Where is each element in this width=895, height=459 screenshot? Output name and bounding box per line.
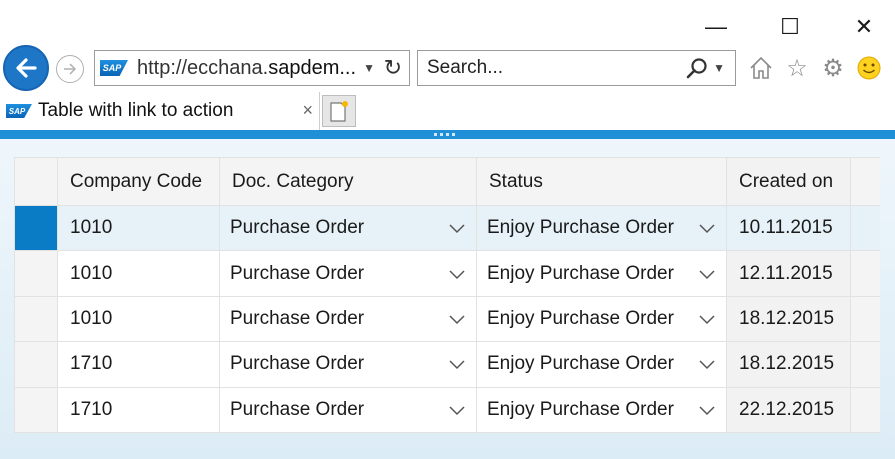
row-selector[interactable] xyxy=(14,204,58,252)
row-selector[interactable] xyxy=(14,386,58,434)
chevron-down-icon[interactable] xyxy=(698,313,716,325)
search-input[interactable]: Search... xyxy=(427,57,503,79)
row-selector[interactable] xyxy=(14,250,58,297)
column-header-company-code[interactable]: Company Code xyxy=(57,157,220,206)
forward-button[interactable] xyxy=(56,55,84,83)
minimize-button[interactable]: — xyxy=(703,14,729,40)
chevron-down-icon[interactable] xyxy=(448,222,466,234)
doc-category-value: Purchase Order xyxy=(230,262,365,284)
table-scroll-gutter xyxy=(850,157,880,206)
table-row[interactable]: 1710 Purchase Order Enjoy Purchase Order… xyxy=(14,386,880,434)
row-selector[interactable] xyxy=(14,295,58,343)
status-value: Enjoy Purchase Order xyxy=(487,398,674,420)
created-on-cell: 12.11.2015 xyxy=(726,250,851,297)
search-dropdown-icon[interactable]: ▼ xyxy=(713,61,725,75)
table-row[interactable]: 1710 Purchase Order Enjoy Purchase Order… xyxy=(14,341,880,388)
row-selector[interactable] xyxy=(14,341,58,388)
search-icon[interactable] xyxy=(685,57,709,81)
doc-category-value: Purchase Order xyxy=(230,217,365,239)
company-code-cell: 1010 xyxy=(57,204,220,252)
favorites-star-icon[interactable]: ☆ xyxy=(784,55,810,82)
table-scroll-gutter xyxy=(850,386,880,434)
table-row[interactable]: 1010 Purchase Order Enjoy Purchase Order… xyxy=(14,250,880,297)
status-value: Enjoy Purchase Order xyxy=(487,217,674,239)
address-dropdown-icon[interactable]: ▼ xyxy=(363,61,375,75)
company-code-cell: 1010 xyxy=(57,250,220,297)
status-dropdown[interactable]: Enjoy Purchase Order xyxy=(476,341,727,388)
doc-category-dropdown[interactable]: Purchase Order xyxy=(219,250,477,297)
status-value: Enjoy Purchase Order xyxy=(487,307,674,329)
sap-tab-favicon: SAP xyxy=(6,104,32,118)
address-url[interactable]: http://ecchana.sapdem... xyxy=(137,57,356,80)
created-on-cell: 18.12.2015 xyxy=(726,341,851,388)
table-scroll-gutter xyxy=(850,250,880,297)
chevron-down-icon[interactable] xyxy=(698,358,716,370)
created-on-cell: 10.11.2015 xyxy=(726,204,851,252)
column-header-status[interactable]: Status xyxy=(476,157,727,206)
back-button[interactable] xyxy=(3,45,49,91)
page-content: Company Code Doc. Category Status Create… xyxy=(0,139,895,459)
created-on-cell: 18.12.2015 xyxy=(726,295,851,343)
doc-category-dropdown[interactable]: Purchase Order xyxy=(219,204,477,252)
chevron-down-icon[interactable] xyxy=(448,358,466,370)
company-code-cell: 1010 xyxy=(57,295,220,343)
doc-category-dropdown[interactable]: Purchase Order xyxy=(219,295,477,343)
close-window-button[interactable]: ✕ xyxy=(851,14,877,40)
table-row[interactable]: 1010 Purchase Order Enjoy Purchase Order… xyxy=(14,295,880,343)
address-bar[interactable]: SAP http://ecchana.sapdem... ▼ ↻ xyxy=(94,50,410,86)
tab-close-icon[interactable]: × xyxy=(302,100,313,121)
refresh-icon[interactable]: ↻ xyxy=(384,55,402,81)
new-tab-button[interactable] xyxy=(322,95,356,127)
status-dropdown[interactable]: Enjoy Purchase Order xyxy=(476,250,727,297)
chevron-down-icon[interactable] xyxy=(448,313,466,325)
status-dropdown[interactable]: Enjoy Purchase Order xyxy=(476,204,727,252)
table-scroll-gutter xyxy=(850,204,880,252)
data-table: Company Code Doc. Category Status Create… xyxy=(14,157,880,434)
tab-title: Table with link to action xyxy=(38,100,234,121)
sap-favicon: SAP xyxy=(100,60,128,76)
maximize-button[interactable]: ☐ xyxy=(777,14,803,40)
chevron-down-icon[interactable] xyxy=(448,268,466,280)
status-dropdown[interactable]: Enjoy Purchase Order xyxy=(476,295,727,343)
column-header-created-on[interactable]: Created on xyxy=(726,157,851,206)
status-value: Enjoy Purchase Order xyxy=(487,353,674,375)
table-scroll-gutter xyxy=(850,341,880,388)
table-row[interactable]: 1010 Purchase Order Enjoy Purchase Order… xyxy=(14,204,880,252)
window-controls: — ☐ ✕ xyxy=(703,14,877,40)
resize-grip[interactable] xyxy=(434,133,455,136)
doc-category-value: Purchase Order xyxy=(230,307,365,329)
smiley-feedback-icon[interactable] xyxy=(856,55,882,81)
forward-arrow-icon xyxy=(64,63,77,75)
chevron-down-icon[interactable] xyxy=(698,404,716,416)
settings-gear-icon[interactable]: ⚙ xyxy=(820,55,846,82)
created-on-cell: 22.12.2015 xyxy=(726,386,851,434)
toolbar-icons: ☆ ⚙ xyxy=(748,55,882,82)
chevron-down-icon[interactable] xyxy=(698,268,716,280)
table-header-row: Company Code Doc. Category Status Create… xyxy=(14,157,880,206)
search-box[interactable]: Search... ▼ xyxy=(417,50,736,86)
table-scroll-gutter xyxy=(850,295,880,343)
doc-category-dropdown[interactable]: Purchase Order xyxy=(219,386,477,434)
company-code-cell: 1710 xyxy=(57,386,220,434)
back-arrow-icon xyxy=(16,58,37,78)
new-tab-icon xyxy=(330,101,348,122)
chevron-down-icon[interactable] xyxy=(448,404,466,416)
company-code-cell: 1710 xyxy=(57,341,220,388)
tab-table-with-link[interactable]: SAP Table with link to action × xyxy=(0,92,320,130)
select-all-cell[interactable] xyxy=(14,157,58,206)
chevron-down-icon[interactable] xyxy=(698,222,716,234)
status-value: Enjoy Purchase Order xyxy=(487,262,674,284)
doc-category-value: Purchase Order xyxy=(230,398,365,420)
doc-category-dropdown[interactable]: Purchase Order xyxy=(219,341,477,388)
home-icon[interactable] xyxy=(748,55,774,81)
status-dropdown[interactable]: Enjoy Purchase Order xyxy=(476,386,727,434)
column-header-doc-category[interactable]: Doc. Category xyxy=(219,157,477,206)
doc-category-value: Purchase Order xyxy=(230,353,365,375)
